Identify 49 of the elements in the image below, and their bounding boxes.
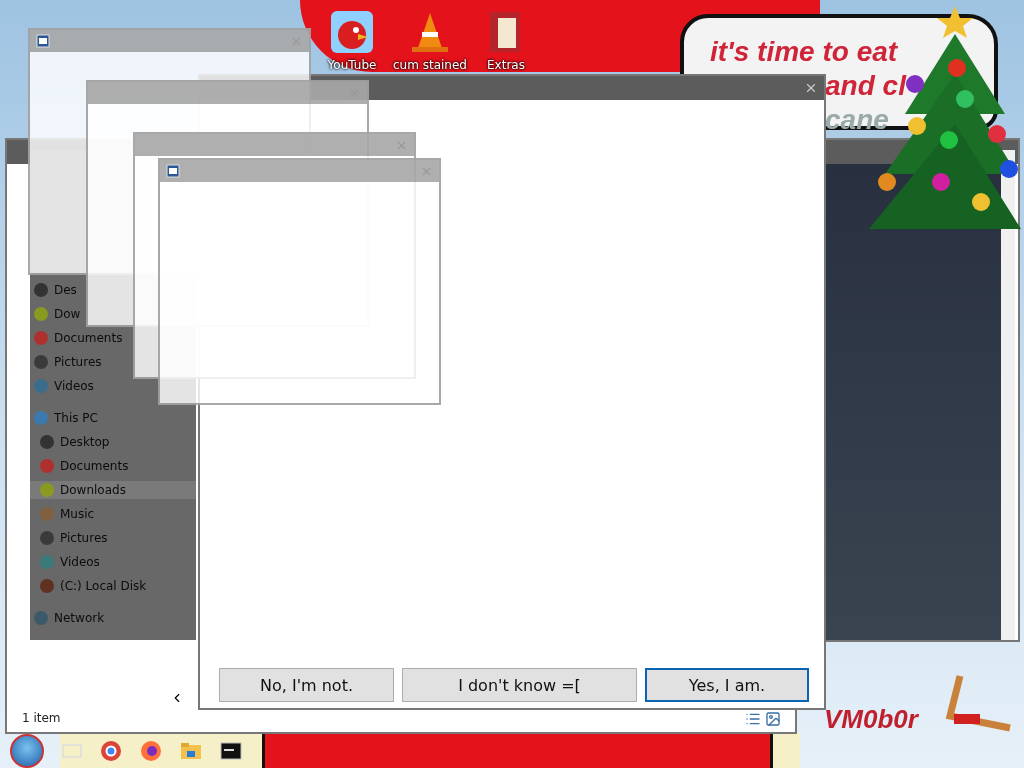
terminal-icon[interactable] <box>220 741 242 760</box>
folder-icon <box>34 411 48 425</box>
nav-item[interactable]: Network <box>30 609 109 627</box>
folder-icon <box>40 579 54 593</box>
nav-item[interactable]: Des <box>30 281 81 299</box>
preview-view-icon[interactable] <box>765 711 781 727</box>
folder-icon <box>40 555 54 569</box>
desktop-icon-label[interactable]: Extras <box>487 58 525 72</box>
nav-item[interactable]: Music <box>30 505 99 523</box>
close-icon[interactable] <box>804 81 818 95</box>
folder-icon <box>34 307 48 321</box>
nav-item[interactable]: Documents <box>30 457 133 475</box>
nav-item[interactable]: (C:) Local Disk <box>30 577 151 595</box>
nav-item[interactable]: Pictures <box>30 353 106 371</box>
document-icon <box>36 34 50 48</box>
bird-icon <box>330 10 374 54</box>
status-text: 1 item <box>22 711 61 725</box>
fox-browser-icon[interactable] <box>140 739 162 762</box>
folder-icon <box>34 283 48 297</box>
desktop-icon-label[interactable]: cum stained <box>393 58 467 72</box>
folder-icon <box>34 355 48 369</box>
dialog-button[interactable]: No, I'm not. <box>219 668 394 702</box>
dialog-button[interactable]: I don't know =[ <box>402 668 637 702</box>
folder-icon[interactable] <box>180 741 202 760</box>
nav-item[interactable]: Videos <box>30 377 98 395</box>
folder-icon <box>40 531 54 545</box>
details-view-icon[interactable] <box>745 711 761 727</box>
nav-item[interactable]: Downloads <box>30 481 196 499</box>
nav-item[interactable]: Pictures <box>30 529 112 547</box>
folder-icon <box>40 459 54 473</box>
document-icon <box>166 164 180 178</box>
folder-icon <box>34 379 48 393</box>
bubble-text: and cl <box>825 70 906 102</box>
folder-icon <box>40 483 54 497</box>
folder-icon <box>34 611 48 625</box>
scrollbar[interactable] <box>1001 150 1015 640</box>
nav-item[interactable]: Dow <box>30 305 85 323</box>
signature-text: VM0b0r <box>824 704 918 735</box>
start-button[interactable] <box>10 733 44 768</box>
nav-item[interactable]: Desktop <box>30 433 114 451</box>
folder-icon <box>34 331 48 345</box>
folder-icon <box>40 435 54 449</box>
folder-icon <box>40 507 54 521</box>
bubble-text: it's time to eat <box>710 36 898 68</box>
dialog-button[interactable]: Yes, I am. <box>645 668 809 702</box>
nav-item[interactable]: Videos <box>30 553 104 571</box>
browser-icon[interactable] <box>100 739 122 762</box>
nav-item[interactable]: Documents <box>30 329 127 347</box>
nav-item[interactable]: This PC <box>30 409 102 427</box>
